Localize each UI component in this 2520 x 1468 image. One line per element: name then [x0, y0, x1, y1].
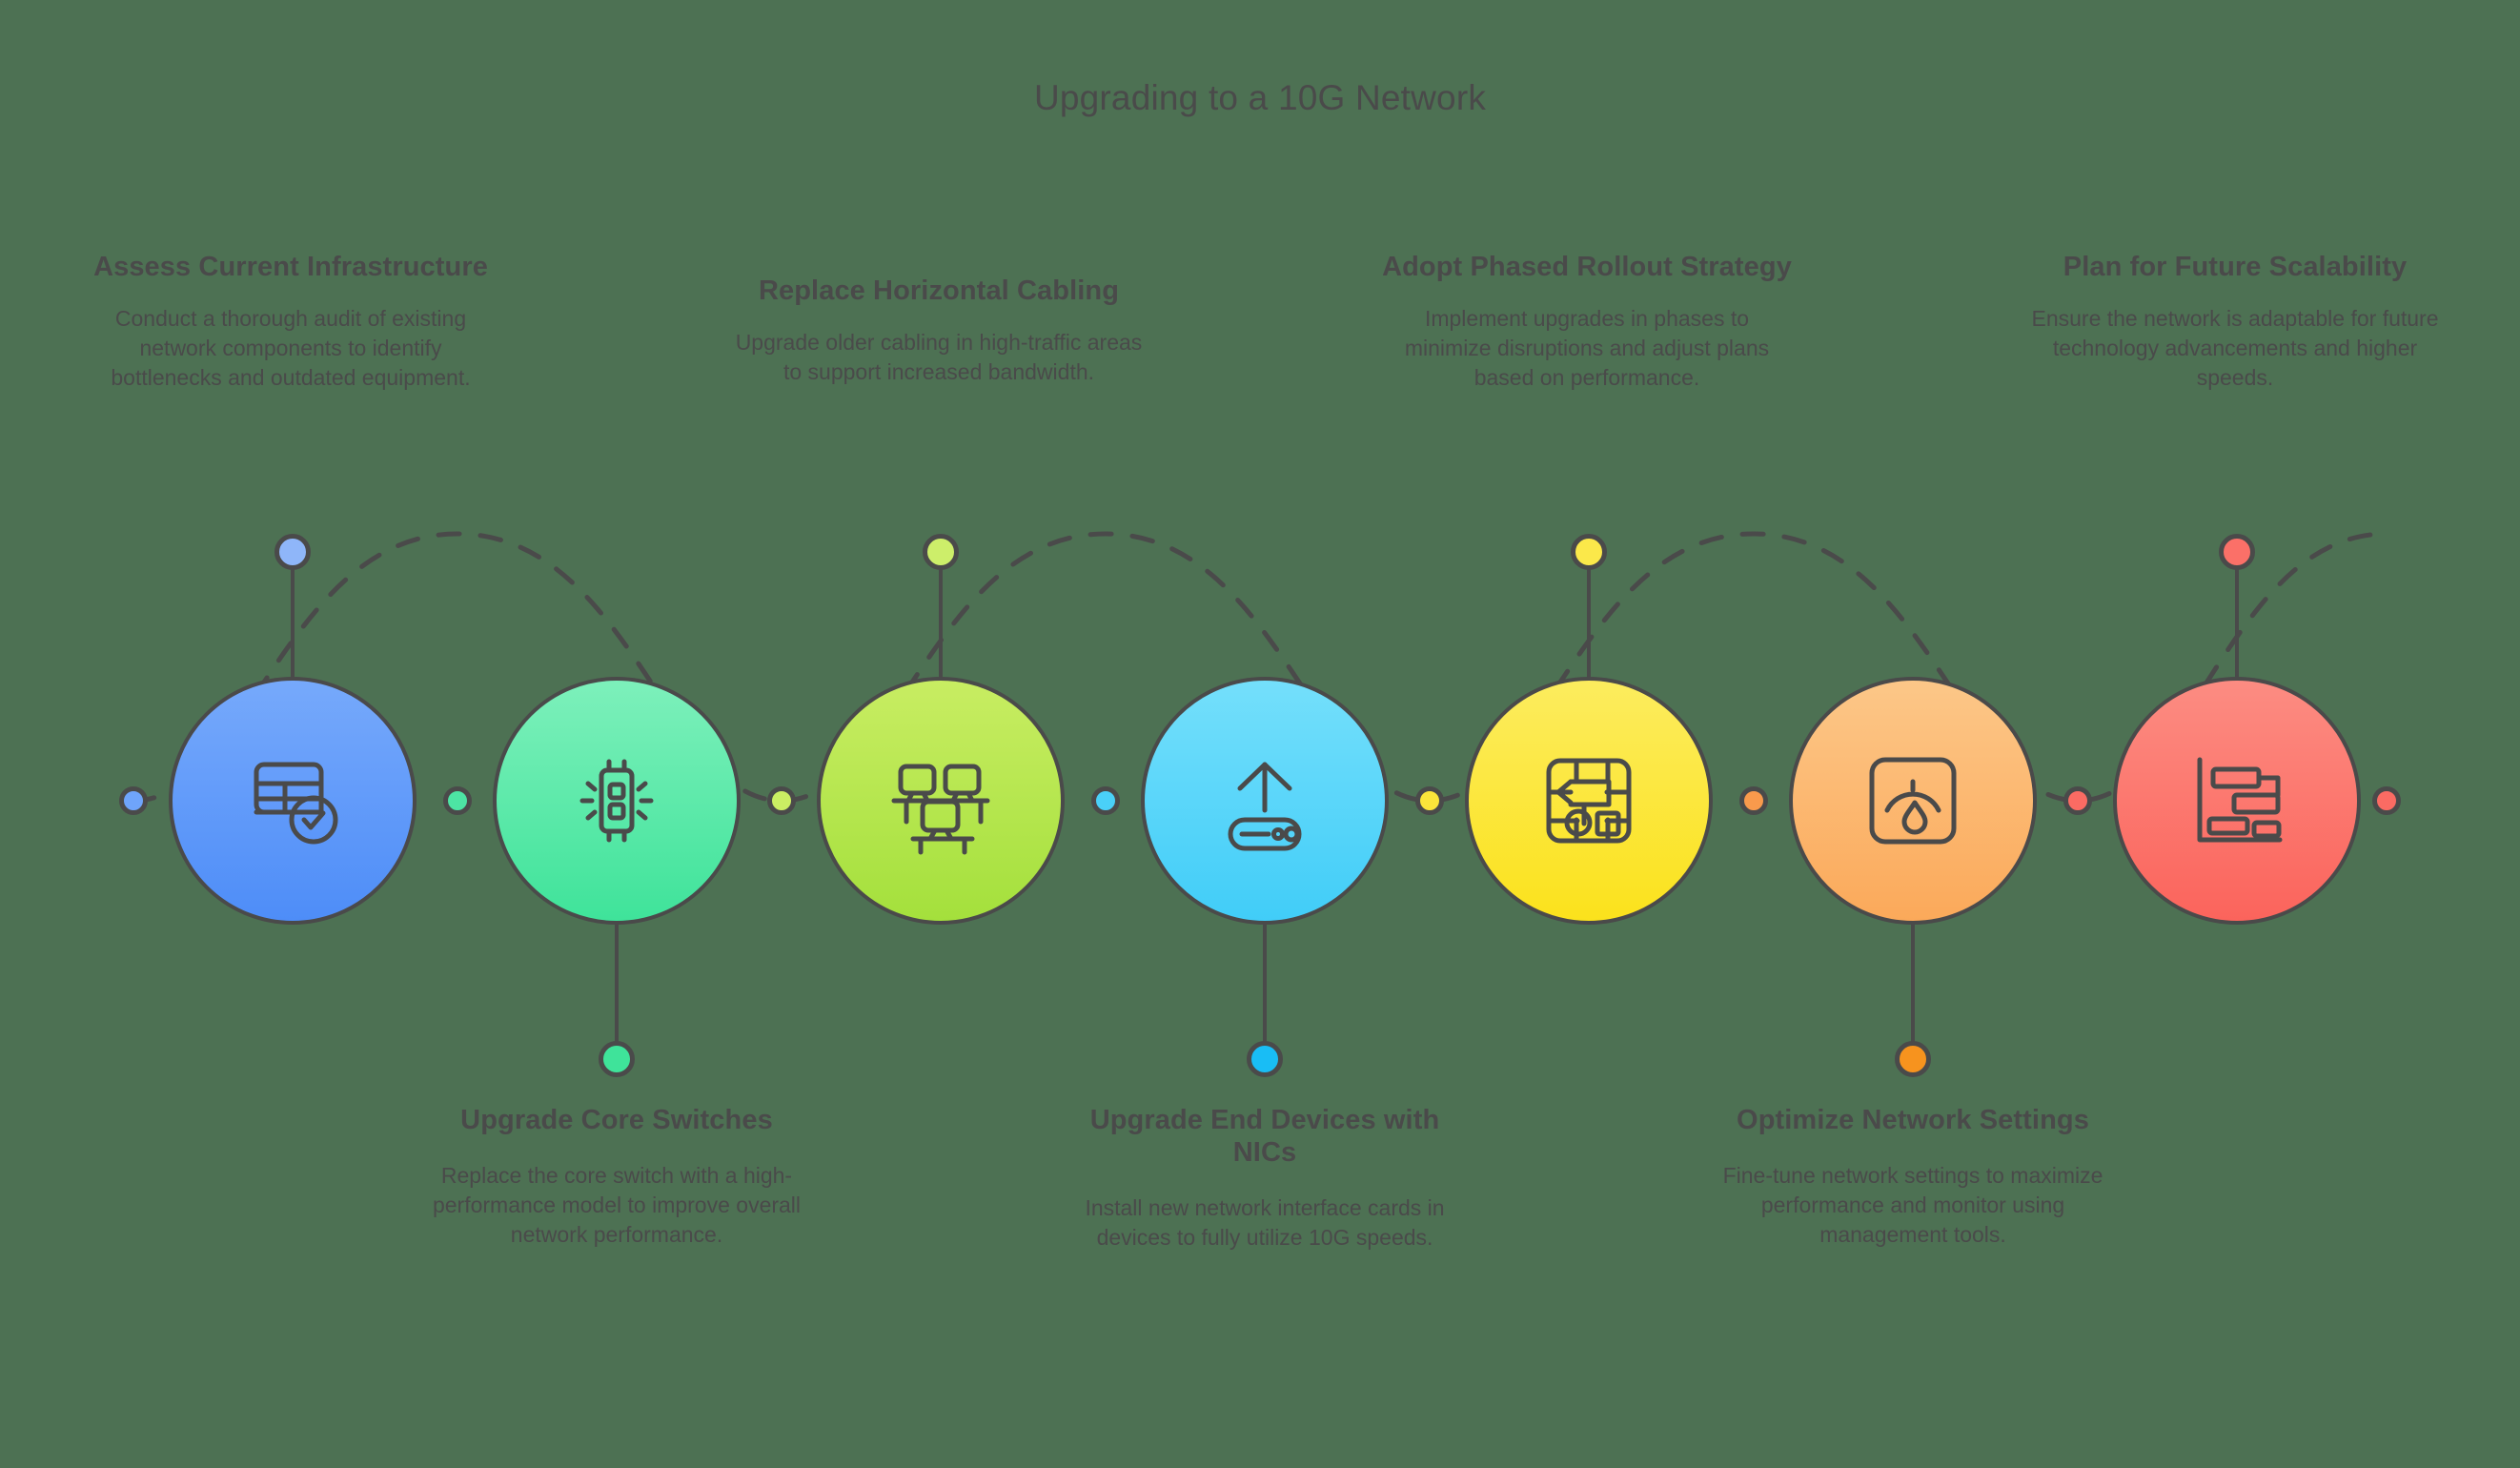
step-4-stem [1263, 921, 1267, 1045]
step-1-description: Conduct a thorough audit of existing net… [111, 306, 471, 391]
step-6-text-block: Optimize Network Settings Fine-tune netw… [1708, 1104, 2118, 1250]
step-2-icon-circle[interactable] [493, 677, 741, 925]
step-3-heading: Replace Horizontal Cabling [758, 275, 1120, 306]
step-5-description: Implement upgrades in phases to minimize… [1404, 306, 1770, 391]
step-4-description: Install new network interface cards in d… [1085, 1195, 1445, 1251]
step-1-heading: Assess Current Infrastructure [93, 252, 488, 282]
step-5-stem [1587, 568, 1591, 681]
step-3-stem [939, 568, 943, 681]
wave-dot-4-5 [1415, 786, 1444, 815]
wave-dot-2-3 [767, 786, 796, 815]
wave-dot-6-7 [2063, 786, 2092, 815]
step-6-description: Fine-tune network settings to maximize p… [1722, 1163, 2103, 1248]
step-7-icon-circle[interactable] [2113, 677, 2361, 925]
table-check-icon [235, 744, 350, 858]
step-7-bullet-dot [2219, 534, 2255, 570]
processor-chip-icon [559, 744, 674, 858]
wave-dot-3-4 [1091, 786, 1120, 815]
step-3-bullet-dot [923, 534, 959, 570]
circuit-board-icon [1531, 743, 1647, 859]
gantt-chart-icon [2179, 743, 2295, 859]
step-5-text-block: Adopt Phased Rollout Strategy Implement … [1382, 251, 1792, 393]
step-2-text-block: Upgrade Core Switches Replace the core s… [412, 1104, 822, 1250]
step-2-stem [615, 921, 619, 1045]
step-6-bullet-dot [1895, 1041, 1931, 1077]
step-1-text-block: Assess Current Infrastructure Conduct a … [86, 251, 496, 393]
step-6-icon-circle[interactable] [1789, 677, 2037, 925]
page-title: Upgrading to a 10G Network [1033, 78, 1487, 117]
gauge-meter-icon [1856, 744, 1970, 858]
step-2-heading: Upgrade Core Switches [460, 1105, 773, 1135]
step-3-description: Upgrade older cabling in high-traffic ar… [735, 330, 1143, 385]
step-1-bullet-dot [274, 534, 311, 570]
step-5-icon-circle[interactable] [1465, 677, 1713, 925]
step-1-stem [291, 568, 295, 681]
step-7-heading: Plan for Future Scalability [2063, 252, 2408, 282]
wave-dot-start [119, 786, 148, 815]
workstations-icon [883, 743, 999, 859]
step-7-stem [2235, 568, 2239, 681]
wave-dot-1-2 [443, 786, 472, 815]
step-1-icon-circle[interactable] [169, 677, 417, 925]
step-6-heading: Optimize Network Settings [1737, 1105, 2089, 1135]
step-3-text-block: Replace Horizontal Cabling Upgrade older… [734, 275, 1144, 387]
upload-device-icon [1208, 744, 1322, 858]
wave-dot-5-6 [1739, 786, 1768, 815]
wave-dot-end [2372, 786, 2401, 815]
step-2-description: Replace the core switch with a high-perf… [432, 1163, 802, 1248]
step-6-stem [1911, 921, 1915, 1045]
step-2-bullet-dot [599, 1041, 635, 1077]
step-3-icon-circle[interactable] [817, 677, 1065, 925]
step-4-heading: Upgrade End Devices with NICs [1089, 1105, 1440, 1169]
step-4-bullet-dot [1247, 1041, 1283, 1077]
step-4-text-block: Upgrade End Devices with NICs Install ne… [1060, 1104, 1470, 1254]
step-5-bullet-dot [1571, 534, 1607, 570]
step-7-text-block: Plan for Future Scalability Ensure the n… [2030, 251, 2440, 393]
step-4-icon-circle[interactable] [1141, 677, 1389, 925]
step-7-description: Ensure the network is adaptable for futu… [2031, 306, 2439, 391]
step-5-heading: Adopt Phased Rollout Strategy [1382, 252, 1792, 282]
infographic-canvas: Upgrading to a 10G Network Assess Curren… [0, 0, 2520, 1468]
